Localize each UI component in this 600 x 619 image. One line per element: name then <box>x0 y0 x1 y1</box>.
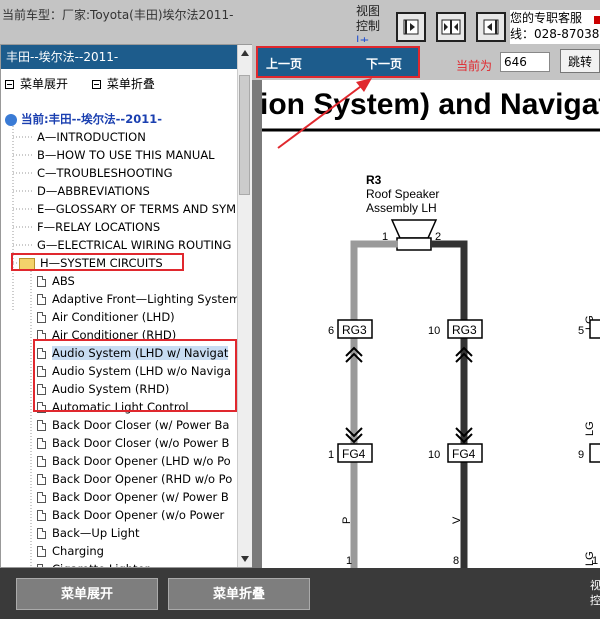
vehicle-icon <box>5 113 17 126</box>
tree-item[interactable]: Cigarette Lighter <box>37 560 149 567</box>
scroll-down-icon[interactable] <box>241 556 249 562</box>
arrow-left-icon <box>483 19 499 35</box>
collapse-icon <box>91 80 101 89</box>
scroll-up-icon[interactable] <box>241 50 249 56</box>
speaker-icon <box>390 219 438 251</box>
diagram-heading: ion System) and Navigat <box>262 88 600 121</box>
document-icon <box>37 510 46 521</box>
svg-text:10: 10 <box>428 449 440 461</box>
footer-view-control-label: 视 控 <box>590 579 600 607</box>
tree-item[interactable]: Back Door Opener (w/o Power <box>37 506 224 524</box>
sidebar-panel: 丰田--埃尔法--2011- 菜单展开 菜单折叠 当前:丰田--埃尔法--201… <box>0 44 252 568</box>
footer-expand-button[interactable]: 菜单展开 <box>16 578 158 610</box>
wiring-diagram-svg: ion System) and Navigat R3 Roof Speaker … <box>262 80 600 568</box>
highlight-box-items <box>33 339 237 412</box>
svg-text:RG3: RG3 <box>342 323 367 337</box>
svg-text:FG4: FG4 <box>342 447 366 461</box>
page-number-input[interactable] <box>500 52 550 72</box>
svg-text:6: 6 <box>328 325 334 337</box>
split-view-icon <box>441 19 461 35</box>
bottom-bar: 菜单展开 菜单折叠 视 控 <box>0 568 600 619</box>
component-id: R3 <box>366 173 382 187</box>
svg-text:1: 1 <box>328 449 334 461</box>
tree-section[interactable]: G—ELECTRICAL WIRING ROUTING <box>37 236 231 254</box>
tree-section[interactable]: F—RELAY LOCATIONS <box>37 218 160 236</box>
collapse-menu-link[interactable]: 菜单折叠 <box>91 77 165 91</box>
document-icon <box>37 546 46 557</box>
document-icon <box>37 564 46 567</box>
svg-text:P: P <box>341 517 353 524</box>
sidebar-header: 丰田--埃尔法--2011- <box>1 45 237 69</box>
component-name-1: Roof Speaker <box>366 187 439 201</box>
document-icon <box>37 492 46 503</box>
svg-text:1: 1 <box>346 555 352 567</box>
document-icon <box>37 456 46 467</box>
tree-root[interactable]: 当前:丰田--埃尔法--2011- <box>5 110 162 128</box>
tree-section[interactable]: E—GLOSSARY OF TERMS AND SYM <box>37 200 236 218</box>
tree-section[interactable]: D—ABBREVIATIONS <box>37 182 150 200</box>
tree-item[interactable]: Back Door Closer (w/ Power Ba <box>37 416 229 434</box>
customer-service-info: 您的专职客服 线：028-870387 <box>510 10 600 44</box>
tree-item[interactable]: ABS <box>37 272 75 290</box>
current-page-label: 当前为 <box>456 59 493 73</box>
document-icon <box>37 276 46 287</box>
tree-item[interactable]: Back Door Opener (w/ Power B <box>37 488 229 506</box>
view-next-button[interactable] <box>396 12 426 42</box>
svg-text:V: V <box>451 516 463 524</box>
tree-item[interactable]: Charging <box>37 542 104 560</box>
tree-item[interactable]: Air Conditioner (LHD) <box>37 308 175 326</box>
content-panel: 上一页 下一页 当前为 跳转 ion System) and Navigat R… <box>252 44 600 568</box>
svg-text:FG4: FG4 <box>452 447 476 461</box>
tree-section[interactable]: B—HOW TO USE THIS MANUAL <box>37 146 215 164</box>
highlight-box-section <box>11 253 184 271</box>
expand-icon <box>5 80 14 89</box>
document-icon <box>37 294 46 305</box>
service-badge <box>594 16 600 24</box>
svg-text:8: 8 <box>453 555 459 567</box>
top-bar: 当前车型：厂家:Toyota(丰田)埃尔法2011- 视图 控制 l± 您的专职… <box>0 0 600 44</box>
vehicle-title: 当前车型：厂家:Toyota(丰田)埃尔法2011- <box>2 8 234 22</box>
chapter-tree: 当前:丰田--埃尔法--2011- A—INTRODUCTION B—HOW TO… <box>1 109 237 567</box>
document-icon <box>37 420 46 431</box>
document-icon <box>37 474 46 485</box>
view-control-label: 视图 控制 l± <box>356 4 381 42</box>
svg-text:LG: LG <box>584 421 596 436</box>
svg-text:10: 10 <box>428 325 440 337</box>
tree-item[interactable]: Back Door Closer (w/o Power B <box>37 434 229 452</box>
view-prev-button[interactable] <box>476 12 506 42</box>
svg-text:RG3: RG3 <box>452 323 477 337</box>
tree-section[interactable]: C—TROUBLESHOOTING <box>37 164 173 182</box>
expand-menu-link[interactable]: 菜单展开 <box>5 77 78 91</box>
footer-collapse-button[interactable]: 菜单折叠 <box>168 578 310 610</box>
sidebar-actions: 菜单展开 菜单折叠 <box>5 75 175 92</box>
tree-item[interactable]: Back Door Opener (RHD w/o Po <box>37 470 232 488</box>
scroll-thumb[interactable] <box>239 75 250 195</box>
wiring-diagram: ion System) and Navigat R3 Roof Speaker … <box>262 80 600 568</box>
highlight-box-pager <box>256 46 420 78</box>
arrow-right-icon <box>403 19 419 35</box>
document-icon <box>37 528 46 539</box>
view-split-button[interactable] <box>436 12 466 42</box>
tree-section[interactable]: A—INTRODUCTION <box>37 128 146 146</box>
svg-text:5: 5 <box>578 325 584 337</box>
document-icon <box>37 438 46 449</box>
pager-bar: 上一页 下一页 当前为 跳转 <box>252 44 600 80</box>
tree-item[interactable]: Back Door Opener (LHD w/o Po <box>37 452 231 470</box>
sidebar-scrollbar[interactable] <box>237 45 252 567</box>
document-icon <box>37 312 46 323</box>
jump-button[interactable]: 跳转 <box>560 49 600 73</box>
svg-text:9: 9 <box>578 449 584 461</box>
svg-text:1: 1 <box>592 555 598 567</box>
tree-item[interactable]: Back—Up Light <box>37 524 140 542</box>
tree-item[interactable]: Adaptive Front—Lighting System <box>37 290 237 308</box>
component-name-2: Assembly LH <box>366 201 437 215</box>
